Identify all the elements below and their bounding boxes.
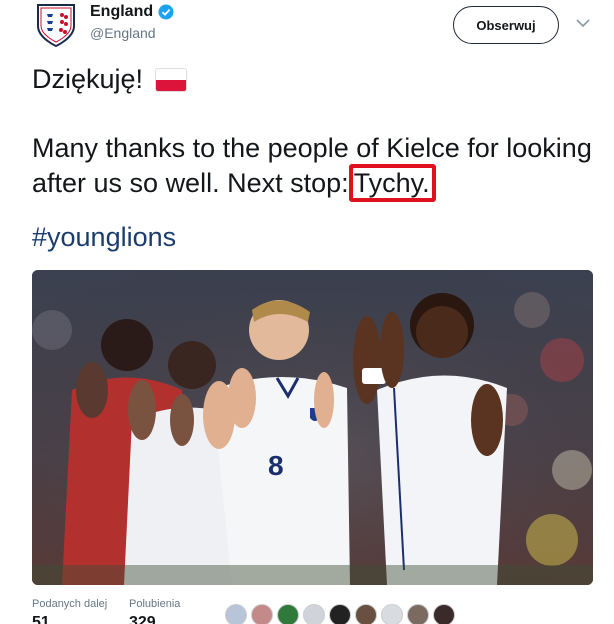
tweet-photo[interactable]: 8	[32, 270, 593, 585]
chevron-down-icon[interactable]	[576, 18, 590, 28]
tweet-header: England @England Obserwuj	[0, 0, 614, 56]
liker-avatar[interactable]	[225, 604, 247, 624]
liker-avatar[interactable]	[251, 604, 273, 624]
liker-avatar[interactable]	[303, 604, 325, 624]
poland-flag-icon	[155, 67, 188, 92]
retweets-count: 51	[32, 614, 50, 624]
likes-count: 329	[129, 614, 156, 624]
liker-avatar[interactable]	[381, 604, 403, 624]
liker-avatar[interactable]	[407, 604, 429, 624]
players-photo-illustration: 8	[32, 270, 593, 585]
tweet-message: Many thanks to the people of Kielce for …	[32, 133, 592, 198]
name-row: England	[90, 3, 174, 21]
likes-label: Polubienia	[129, 598, 181, 610]
tweet-paragraph: Many thanks to the people of Kielce for …	[32, 131, 592, 202]
hashtag-link[interactable]: #younglions	[32, 220, 592, 255]
liker-avatar[interactable]	[355, 604, 377, 624]
follow-button[interactable]: Obserwuj	[453, 6, 559, 44]
retweets-stat[interactable]: Podanych dalej 51	[32, 598, 107, 624]
user-handle[interactable]: @England	[90, 25, 156, 41]
verified-badge-icon	[158, 4, 174, 20]
tweet-stats: Podanych dalej 51 Polubienia 329	[32, 598, 592, 624]
liker-avatar[interactable]	[329, 604, 351, 624]
liker-avatar[interactable]	[433, 604, 455, 624]
liker-avatars	[225, 604, 459, 624]
liker-avatar[interactable]	[277, 604, 299, 624]
highlighted-destination: Tychy.	[348, 164, 436, 202]
tweet-line-thanks: Dziękuję!	[32, 64, 144, 94]
likes-stat[interactable]: Polubienia 329	[129, 598, 180, 624]
retweets-label: Podanych dalej	[32, 598, 108, 610]
display-name[interactable]: England	[90, 3, 153, 21]
jersey-number: 8	[268, 450, 284, 481]
tweet-text: Dziękuję! Many thanks to the people of K…	[32, 62, 592, 255]
england-crest-avatar[interactable]	[33, 2, 79, 48]
